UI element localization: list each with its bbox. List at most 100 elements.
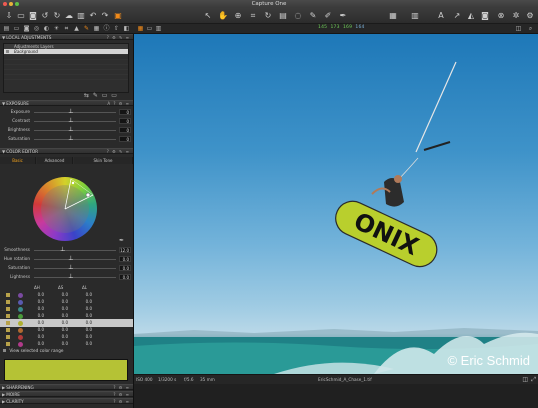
sharpening-header[interactable]: ▶SHARPENING? ⚙ ≡ [0, 384, 133, 390]
exposure-slider-track[interactable] [34, 139, 116, 140]
lock-icon[interactable] [6, 307, 10, 311]
local-adjustments-header[interactable]: ▼LOCAL ADJUSTMENTS ? ⚙ ✎ ≡ [0, 34, 133, 40]
clarity-header[interactable]: ▶CLARITY? ⚙ ≡ [0, 398, 133, 404]
folder-icon[interactable]: ▭ [16, 11, 26, 21]
color-editor-slider-track[interactable] [34, 268, 116, 269]
color-picker-icon[interactable]: ✒ [119, 237, 124, 244]
color-editor-slider-track[interactable] [34, 250, 116, 251]
color-wheel[interactable] [33, 177, 97, 241]
trash-icon[interactable]: ▥ [76, 11, 86, 21]
exposure-slider-thumb[interactable]: ⊥ [68, 118, 74, 124]
batch-tab-icon[interactable]: ◧ [122, 25, 131, 33]
redo-icon[interactable]: ↷ [100, 11, 110, 21]
layer-row-background[interactable]: Background [4, 49, 128, 54]
tab-basic[interactable]: Basic [0, 157, 36, 164]
exposure-slider-thumb[interactable]: ⊥ [68, 136, 74, 142]
lens-tab-icon[interactable]: ◎ [32, 25, 41, 33]
proof-icon[interactable]: ◫ [514, 25, 523, 33]
metadata-tab-icon[interactable]: ⓘ [102, 25, 111, 33]
spot-tool-icon[interactable]: ◌ [293, 11, 303, 21]
keystone-tool-icon[interactable]: ▤ [278, 11, 288, 21]
image-viewer[interactable]: ONIX © Eric Schmid [134, 34, 538, 374]
text-icon[interactable]: A [436, 11, 446, 21]
eraser-tool-icon[interactable]: ✐ [323, 11, 333, 21]
single-view-icon[interactable]: ▭ [145, 25, 154, 33]
arrow-icon[interactable]: ↗ [452, 11, 462, 21]
color-editor-value-field[interactable]: 0.0 [119, 265, 131, 271]
lock-icon[interactable] [6, 321, 10, 325]
color-range-row[interactable]: 0.0 0.0 0.0 [0, 340, 133, 348]
invert-icon[interactable]: ⇆ [84, 92, 89, 99]
zoom-tool-icon[interactable]: ⊕ [233, 11, 243, 21]
color-editor-header[interactable]: ▼COLOR EDITOR ? ⚙ ✎ ≡ [0, 148, 133, 154]
output-tab-icon[interactable]: ⇧ [112, 25, 121, 33]
exposure-slider-track[interactable] [34, 130, 116, 131]
local-adjustments-tab-icon[interactable]: ✎ [82, 25, 91, 33]
view-color-range-option[interactable]: View selected color range [3, 348, 63, 353]
crop-tool-icon[interactable]: ⌗ [248, 11, 258, 21]
compare-toggle-icon[interactable]: ◫ [522, 376, 528, 383]
adjustments-tab-icon[interactable]: ▦ [92, 25, 101, 33]
pan-tool-icon[interactable]: ✋ [218, 11, 228, 21]
delete-icon[interactable]: ⊗ [496, 11, 506, 21]
exposure-tab-icon[interactable]: ☀ [52, 25, 61, 33]
lock-icon[interactable] [6, 314, 10, 318]
exposure-warning-icon[interactable]: ◭ [466, 11, 476, 21]
rotate-left-icon[interactable]: ↺ [40, 11, 50, 21]
capture-tab-icon[interactable]: ◙ [22, 25, 31, 33]
more-icon[interactable]: ▭ [111, 92, 117, 99]
exposure-slider-thumb[interactable]: ⊥ [68, 127, 74, 133]
exposure-slider-track[interactable] [34, 121, 116, 122]
exposure-slider-thumb[interactable]: ⊥ [68, 109, 74, 115]
camera-icon[interactable]: ◙ [28, 11, 38, 21]
brush-icon[interactable]: ✎ [93, 92, 98, 99]
exposure-value-field[interactable]: 0 [119, 109, 131, 115]
camera-capture-icon[interactable]: ◙ [480, 11, 490, 21]
color-editor-value-field[interactable]: 0.0 [119, 256, 131, 262]
details-tab-icon[interactable]: ▲ [72, 25, 81, 33]
exposure-value-field[interactable]: 0 [119, 136, 131, 142]
multi-view-icon[interactable]: ▥ [154, 25, 163, 33]
picker-tool-icon[interactable]: ✒ [338, 11, 348, 21]
color-editor-slider-thumb[interactable]: ⊥ [68, 274, 74, 280]
color-tab-icon[interactable]: ◐ [42, 25, 51, 33]
mask-icon[interactable]: ▭ [102, 92, 108, 99]
loupe-icon[interactable]: ⌕ [526, 25, 535, 33]
rotate-tool-icon[interactable]: ↻ [263, 11, 273, 21]
lock-icon[interactable] [6, 328, 10, 332]
exposure-value-field[interactable]: 0 [119, 118, 131, 124]
viewer-mode-icon[interactable]: ▦ [136, 25, 145, 33]
color-editor-slider-thumb[interactable]: ⊥ [60, 247, 66, 253]
undo-icon[interactable]: ↶ [88, 11, 98, 21]
color-editor-slider-track[interactable] [34, 277, 116, 278]
settings-icon[interactable]: ✲ [511, 11, 521, 21]
grid-icon[interactable]: ▦ [388, 11, 398, 21]
composition-tab-icon[interactable]: ⌗ [62, 25, 71, 33]
color-editor-slider-thumb[interactable]: ⊥ [68, 265, 74, 271]
layer-checkbox[interactable] [6, 50, 9, 53]
lock-icon[interactable] [6, 342, 10, 346]
color-editor-slider-track[interactable] [34, 259, 116, 260]
brush-tool-icon[interactable]: ✎ [308, 11, 318, 21]
rotate-right-icon[interactable]: ↻ [52, 11, 62, 21]
exposure-value-field[interactable]: 0 [119, 127, 131, 133]
cloud-icon[interactable]: ☁ [64, 11, 74, 21]
folder-tab-icon[interactable]: ▭ [12, 25, 21, 33]
exposure-header[interactable]: ▼EXPOSURE A ? ⚙ ≡ [0, 100, 133, 106]
color-editor-slider-thumb[interactable]: ⊥ [68, 256, 74, 262]
compare-icon[interactable]: ▥ [410, 11, 420, 21]
tab-advanced[interactable]: Advanced [37, 157, 73, 164]
color-editor-value-field[interactable]: 0.0 [119, 274, 131, 280]
moire-header[interactable]: ▶MOIRE? ⚙ ≡ [0, 391, 133, 397]
exposure-slider-track[interactable] [34, 112, 116, 113]
gear-icon[interactable]: ⚙ [525, 11, 535, 21]
color-icon[interactable]: ▣ [113, 11, 123, 21]
cursor-tool-icon[interactable]: ↖ [203, 11, 213, 21]
import-icon[interactable]: ⇩ [4, 11, 14, 21]
fullscreen-icon[interactable]: ⤢ [531, 376, 536, 384]
lock-icon[interactable] [6, 335, 10, 339]
lock-icon[interactable] [6, 300, 10, 304]
color-editor-value-field[interactable]: 12.0 [119, 247, 131, 253]
panel-toggle-icon[interactable]: ▤ [2, 25, 11, 33]
view-color-range-checkbox[interactable] [3, 349, 6, 352]
